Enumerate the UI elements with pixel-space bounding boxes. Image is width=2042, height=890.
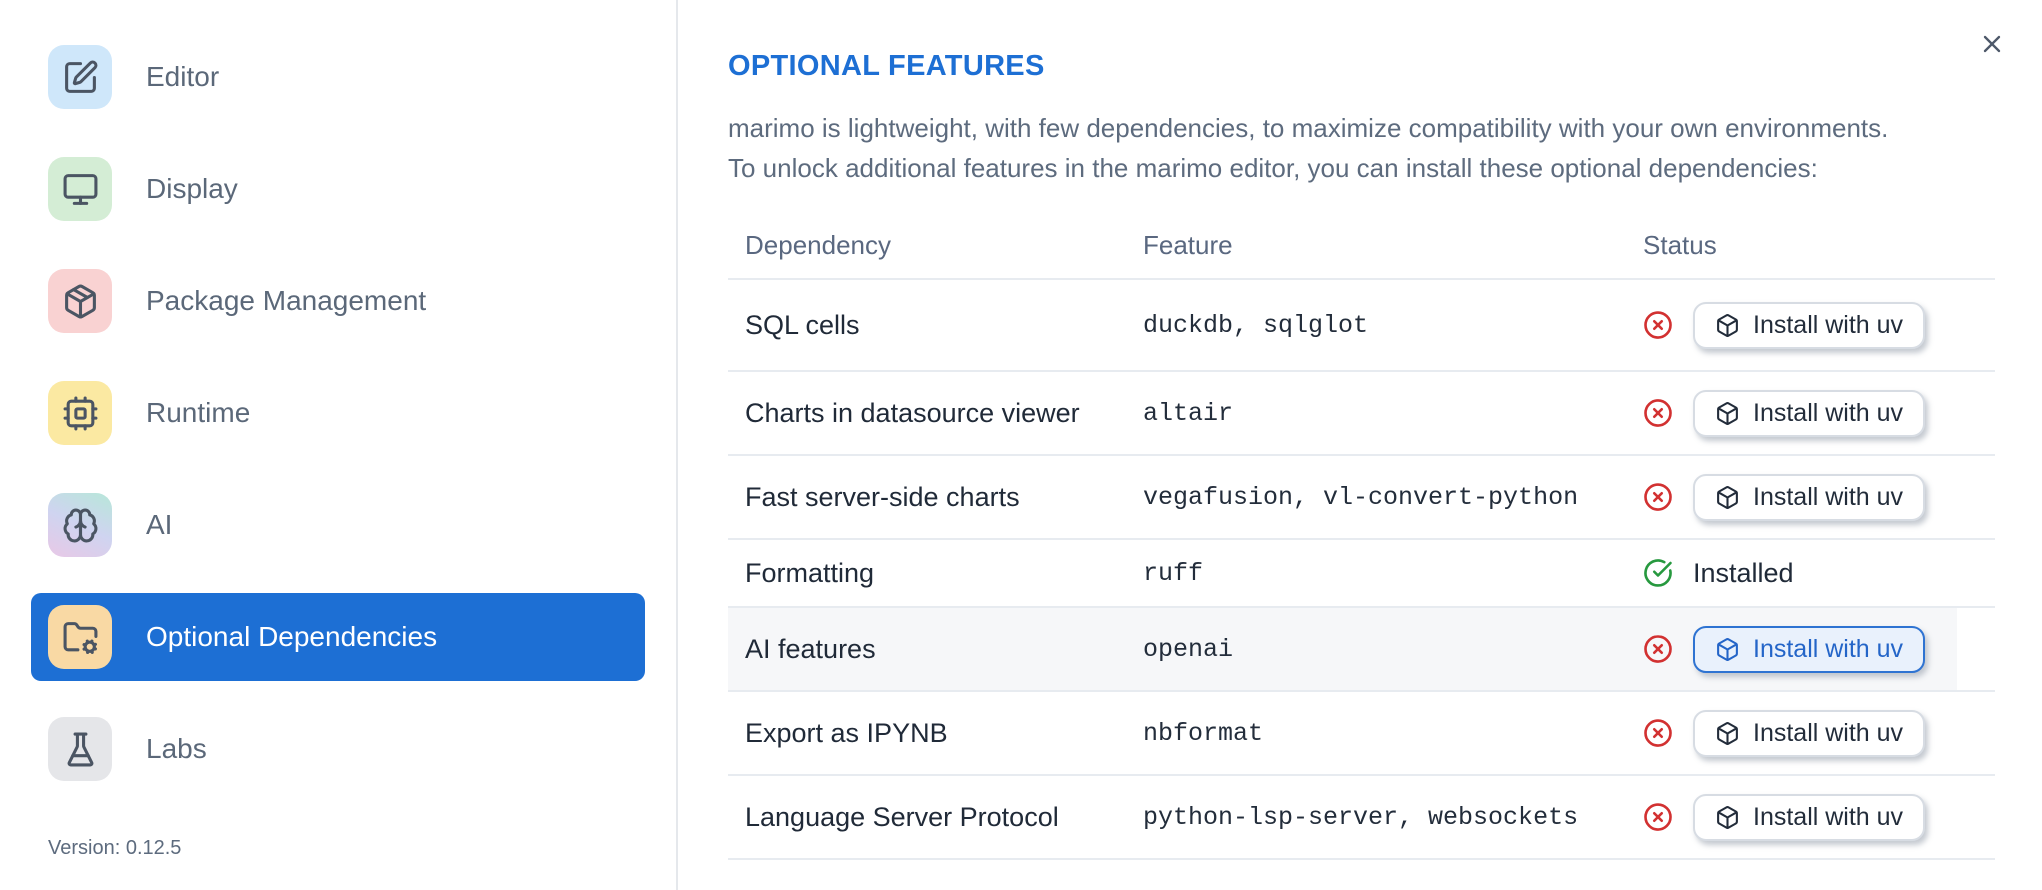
table-row: Export as IPYNB nbformat Install with uv [728,692,1995,776]
dependency-cell: Fast server-side charts [745,481,1020,512]
sidebar-item-optional-dependencies[interactable]: Optional Dependencies [31,593,645,681]
sidebar-icon-tile [48,381,112,445]
sidebar-nav: Editor Display Package Management Runtime AI… [0,33,676,793]
status-cell: Install with uv [1643,389,1995,437]
sidebar-icon-tile [48,717,112,781]
sidebar-item-display[interactable]: Display [31,145,645,233]
version-label: Version: 0.12.5 [48,837,182,859]
sidebar-item-label: Runtime [146,397,251,428]
dependency-cell: Charts in datasource viewer [745,397,1080,428]
install-with-uv-button[interactable]: Install with uv [1693,793,1926,841]
box-icon [1715,485,1740,510]
sidebar-item-label: Package Management [146,285,427,316]
description-line-2: To unlock additional features in the mar… [728,153,1818,183]
feature-cell: altair [1143,398,1234,428]
brain-icon [62,507,99,544]
sidebar-item-runtime[interactable]: Runtime [31,369,645,457]
table-row: Fast server-side charts vegafusion, vl-co… [728,456,1995,540]
sidebar-item-labs[interactable]: Labs [31,705,645,793]
status-cell: Install with uv [1643,625,1995,673]
close-button[interactable] [1972,24,2012,64]
sidebar-icon-tile [48,269,112,333]
circle-x-icon [1643,634,1673,664]
sidebar-item-editor[interactable]: Editor [31,33,645,121]
box-icon [1715,401,1740,426]
install-button-label: Install with uv [1753,802,1904,831]
dialog-description: marimo is lightweight, with few dependen… [728,108,1995,188]
circle-x-icon [1643,482,1673,512]
cpu-icon [62,395,99,432]
circle-x-icon [1643,398,1673,428]
flask-icon [62,731,99,768]
page-title: OPTIONAL FEATURES [728,50,1045,82]
table-header-row: Dependency Feature Status [728,212,1995,280]
dependency-cell: Formatting [745,557,875,588]
settings-sidebar: Editor Display Package Management Runtime AI… [0,0,678,890]
dependency-cell: Export as IPYNB [745,717,948,748]
settings-dialog: Editor Display Package Management Runtime AI… [0,0,2042,890]
feature-cell: ruff [1143,558,1204,588]
close-icon [1978,30,2006,58]
feature-cell: python-lsp-server, websockets [1143,802,1579,832]
sidebar-item-label: AI [146,509,173,540]
install-with-uv-button[interactable]: Install with uv [1693,301,1926,349]
sidebar-item-label: Editor [146,61,220,92]
sidebar-item-ai[interactable]: AI [31,481,645,569]
table-row: AI features openai Install with uv [728,608,1995,692]
sidebar-icon-tile [48,605,112,669]
dependency-cell: AI features [745,633,876,664]
install-button-label: Install with uv [1753,482,1904,511]
column-header-feature: Feature [1143,229,1233,260]
description-line-1: marimo is lightweight, with few dependen… [728,113,1889,143]
table-body: SQL cells duckdb, sqlglot Install with uv C… [728,280,1995,860]
install-button-label: Install with uv [1753,718,1904,747]
table-row: SQL cells duckdb, sqlglot Install with uv [728,280,1995,372]
table-row: Charts in datasource viewer altair Install… [728,372,1995,456]
table-row: Formatting ruff Installed [728,540,1995,608]
install-button-label: Install with uv [1753,310,1904,339]
status-cell: Installed [1643,558,1995,589]
sidebar-icon-tile [48,493,112,557]
sidebar-item-label: Labs [146,733,207,764]
monitor-icon [62,171,99,208]
column-header-dependency: Dependency [745,229,891,260]
status-badge: Installed [1693,557,1794,588]
status-cell: Install with uv [1643,709,1995,757]
install-with-uv-button[interactable]: Install with uv [1693,709,1926,757]
dependency-cell: Language Server Protocol [745,801,1059,832]
install-with-uv-button[interactable]: Install with uv [1693,389,1926,437]
sidebar-icon-tile [48,157,112,221]
circle-x-icon [1643,310,1673,340]
sidebar-icon-tile [48,45,112,109]
feature-cell: duckdb, sqlglot [1143,310,1369,340]
box-icon [1715,637,1740,662]
install-button-label: Install with uv [1753,634,1904,663]
box-icon [1715,313,1740,338]
sidebar-item-label: Display [146,173,238,204]
feature-cell: openai [1143,634,1234,664]
circle-x-icon [1643,802,1673,832]
feature-cell: vegafusion, vl-convert-python [1143,482,1579,512]
column-header-status: Status [1643,229,1717,260]
box-icon [1715,721,1740,746]
circle-x-icon [1643,718,1673,748]
table-row: Language Server Protocol python-lsp-serve… [728,776,1995,860]
sidebar-item-label: Optional Dependencies [146,621,438,652]
status-cell: Install with uv [1643,473,1995,521]
box-icon [1715,805,1740,830]
dependencies-table: Dependency Feature Status SQL cells duckd… [728,212,1995,860]
status-cell: Install with uv [1643,793,1995,841]
install-with-uv-button[interactable]: Install with uv [1693,473,1926,521]
install-with-uv-button[interactable]: Install with uv [1693,625,1926,673]
dependency-cell: SQL cells [745,309,860,340]
folder-cog-icon [62,619,99,656]
package-icon [62,283,99,320]
circle-check-icon [1643,558,1673,588]
install-button-label: Install with uv [1753,398,1904,427]
sidebar-item-package-management[interactable]: Package Management [31,257,645,345]
feature-cell: nbformat [1143,718,1264,748]
optional-features-panel: OPTIONAL FEATURES marimo is lightweight,… [678,0,2042,890]
status-cell: Install with uv [1643,301,1995,349]
square-pen-icon [62,59,99,96]
